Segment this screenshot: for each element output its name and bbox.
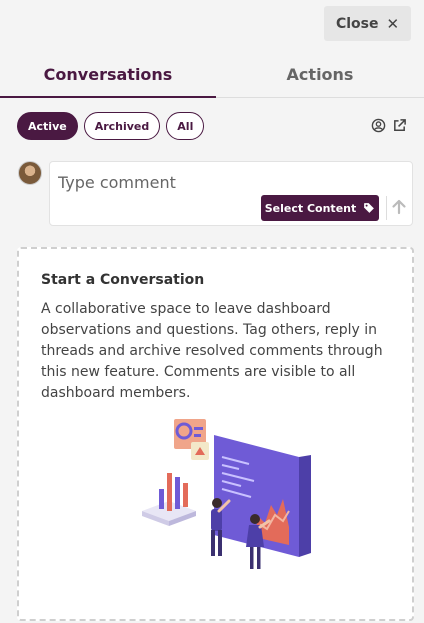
arrow-up-icon[interactable] <box>390 198 408 216</box>
filter-all-button[interactable]: All <box>166 112 205 140</box>
comment-box: Select Content <box>49 161 413 226</box>
comment-divider <box>386 196 387 220</box>
close-label: Close <box>335 15 379 32</box>
avatar <box>18 161 42 185</box>
user-circle-icon[interactable] <box>371 118 386 133</box>
tab-conversations[interactable]: Conversations <box>0 52 216 98</box>
tag-icon <box>364 203 375 213</box>
filter-active-button[interactable]: Active <box>17 112 78 140</box>
tab-bar: Conversations Actions <box>0 52 424 98</box>
tab-actions[interactable]: Actions <box>216 52 424 98</box>
filter-archived-button[interactable]: Archived <box>83 112 161 140</box>
empty-state-title: Start a Conversation <box>41 272 205 288</box>
tab-actions-label: Actions <box>286 65 354 84</box>
close-icon: ✕ <box>386 14 400 33</box>
panel-icons <box>371 118 407 133</box>
tab-conversations-label: Conversations <box>43 64 173 84</box>
comment-input[interactable] <box>58 171 358 193</box>
select-content-label: Select Content <box>264 201 357 215</box>
close-button[interactable]: Close ✕ <box>324 6 411 41</box>
empty-state-panel: Start a Conversation A collaborative spa… <box>17 247 414 621</box>
select-content-button[interactable]: Select Content <box>261 195 379 221</box>
filter-group: Active Archived All <box>17 112 205 140</box>
external-link-icon[interactable] <box>392 118 407 133</box>
conversation-illustration <box>142 419 311 569</box>
empty-state-description: A collaborative space to leave dashboard… <box>41 301 383 401</box>
